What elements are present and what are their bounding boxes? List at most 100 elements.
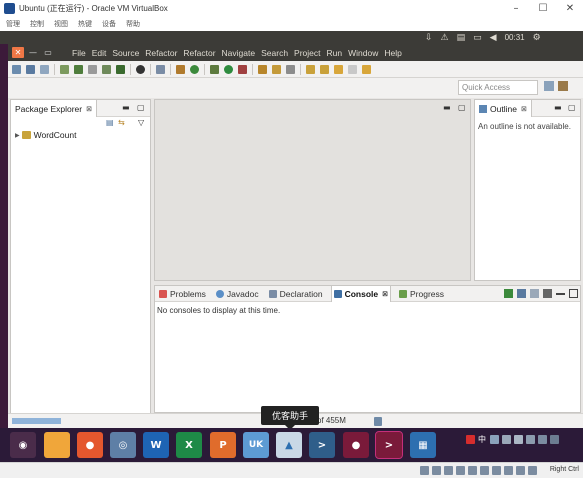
files-icon[interactable] — [44, 432, 70, 458]
view-menu-icon[interactable]: ▽ — [138, 118, 144, 127]
keyboard-icon[interactable] — [526, 435, 535, 444]
word-icon[interactable]: W — [143, 432, 169, 458]
close-icon[interactable]: ⊠ — [382, 290, 388, 298]
menu-refactor[interactable]: Refactor — [145, 48, 177, 58]
menu-edit[interactable]: Edit — [92, 48, 107, 58]
pin-icon[interactable] — [156, 64, 165, 74]
punctuation-icon[interactable] — [490, 435, 499, 444]
task-icon[interactable] — [74, 64, 83, 74]
volume-icon[interactable]: ◀ — [490, 33, 497, 43]
menu-source[interactable]: Source — [112, 48, 139, 58]
tab-console[interactable]: Console ⊠ — [330, 285, 391, 302]
emoji-icon[interactable] — [502, 435, 511, 444]
eclipse-icon[interactable]: ▦ — [410, 432, 436, 458]
tab-declaration[interactable]: Declaration — [267, 286, 325, 302]
display-icon[interactable] — [492, 466, 501, 475]
tab-outline[interactable]: Outline ⊠ — [475, 100, 532, 117]
sogou-icon[interactable] — [466, 435, 475, 444]
tree-item-wordcount[interactable]: ▶ WordCount — [11, 129, 150, 141]
java-perspective-icon[interactable] — [558, 81, 568, 91]
menu-search[interactable]: Search — [261, 48, 288, 58]
minimize-icon[interactable]: ▬ — [122, 103, 130, 112]
menu-run[interactable]: Run — [327, 48, 343, 58]
maximize-icon[interactable]: ▢ — [568, 103, 576, 112]
vbox-menu-manage[interactable]: 管理 — [6, 19, 20, 29]
shared-folder-icon[interactable] — [480, 466, 489, 475]
terminal-2-icon[interactable]: > — [375, 431, 403, 459]
expand-arrow-icon[interactable]: ▶ — [15, 132, 20, 139]
external-tools-icon[interactable] — [238, 64, 247, 74]
close-icon[interactable]: ⊠ — [86, 105, 92, 113]
annotation-icon[interactable] — [286, 64, 295, 74]
chromium-icon[interactable]: ◎ — [110, 432, 136, 458]
eclipse-maximize-button[interactable]: ▭ — [42, 47, 54, 58]
vbox-menu-help[interactable]: 帮助 — [126, 19, 140, 29]
optical-icon[interactable] — [432, 466, 441, 475]
trash-icon[interactable] — [374, 417, 382, 426]
battery-icon[interactable]: ▭ — [473, 33, 482, 43]
editor-maximize-icon[interactable]: ▢ — [458, 103, 466, 112]
maximize-icon[interactable]: ▢ — [137, 103, 145, 112]
tab-package-explorer[interactable]: Package Explorer ⊠ — [11, 100, 97, 117]
pin-console-icon[interactable] — [504, 289, 513, 298]
tab-progress[interactable]: Progress — [397, 286, 446, 302]
save-icon[interactable] — [26, 64, 35, 74]
back-icon[interactable] — [348, 64, 357, 74]
perspective-icon[interactable] — [176, 64, 185, 74]
mic-icon[interactable] — [514, 435, 523, 444]
ubuntu-icon[interactable]: ◉ — [10, 432, 36, 458]
power-icon[interactable]: ⚙ — [533, 33, 541, 43]
open-type-icon[interactable] — [258, 64, 267, 74]
quick-access-input[interactable]: Quick Access — [458, 80, 538, 95]
menu-navigate[interactable]: Navigate — [222, 48, 256, 58]
last-edit-icon[interactable] — [334, 64, 343, 74]
tab-javadoc[interactable]: Javadoc — [214, 286, 261, 302]
refresh-icon[interactable] — [190, 64, 199, 74]
uk-icon[interactable]: UK — [243, 432, 269, 458]
recorder-icon[interactable]: ● — [343, 432, 369, 458]
firefox-icon[interactable]: ● — [77, 432, 103, 458]
shirt-icon[interactable] — [538, 435, 547, 444]
open-console-icon[interactable] — [530, 289, 539, 298]
run-icon[interactable] — [224, 64, 233, 74]
eclipse-close-button[interactable]: ✕ — [12, 47, 24, 58]
audio-icon[interactable] — [444, 466, 453, 475]
debug-target-icon[interactable] — [136, 64, 145, 74]
mouse-icon[interactable] — [516, 466, 525, 475]
print-icon[interactable] — [88, 64, 97, 74]
menu-refactor-2[interactable]: Refactor — [183, 48, 215, 58]
vbox-minimize-button[interactable]: – — [503, 0, 529, 17]
usb-icon[interactable] — [468, 466, 477, 475]
vbox-menu-view[interactable]: 视图 — [54, 19, 68, 29]
vbox-maximize-button[interactable]: ☐ — [530, 0, 556, 17]
vbox-menu-devices[interactable]: 设备 — [102, 19, 116, 29]
save-all-icon[interactable] — [40, 64, 49, 74]
display-console-icon[interactable] — [517, 289, 526, 298]
collapse-all-icon[interactable]: ▤ — [106, 118, 114, 127]
excel-icon[interactable]: X — [176, 432, 202, 458]
forward-icon[interactable] — [362, 64, 371, 74]
terminal-icon[interactable]: > — [309, 432, 335, 458]
prev-annotation-icon[interactable] — [320, 64, 329, 74]
youke-icon[interactable]: ▲ — [276, 432, 302, 458]
vbox-menu-hotkey[interactable]: 热键 — [78, 19, 92, 29]
build-icon[interactable] — [60, 64, 69, 74]
tab-problems[interactable]: Problems — [157, 286, 208, 302]
vbox-close-button[interactable]: ✕ — [557, 0, 583, 17]
clipboard-icon[interactable]: ▤ — [457, 33, 466, 43]
dropbox-icon[interactable]: ⇩ — [425, 33, 433, 43]
class-icon[interactable] — [116, 64, 125, 74]
new-icon[interactable] — [12, 64, 21, 74]
minimize-icon[interactable] — [556, 293, 565, 295]
link-editor-icon[interactable]: ⇆ — [118, 118, 125, 127]
close-icon[interactable]: ⊠ — [521, 105, 527, 113]
menu-help[interactable]: Help — [384, 48, 401, 58]
next-annotation-icon[interactable] — [306, 64, 315, 74]
clock[interactable]: 00:31 — [505, 33, 525, 42]
menu-file[interactable]: File — [72, 48, 86, 58]
network-icon[interactable]: ⚠ — [441, 33, 449, 43]
eclipse-minimize-button[interactable]: — — [27, 47, 39, 58]
maximize-icon[interactable] — [569, 289, 578, 298]
network-adapter-icon[interactable] — [456, 466, 465, 475]
tools-icon[interactable] — [550, 435, 559, 444]
